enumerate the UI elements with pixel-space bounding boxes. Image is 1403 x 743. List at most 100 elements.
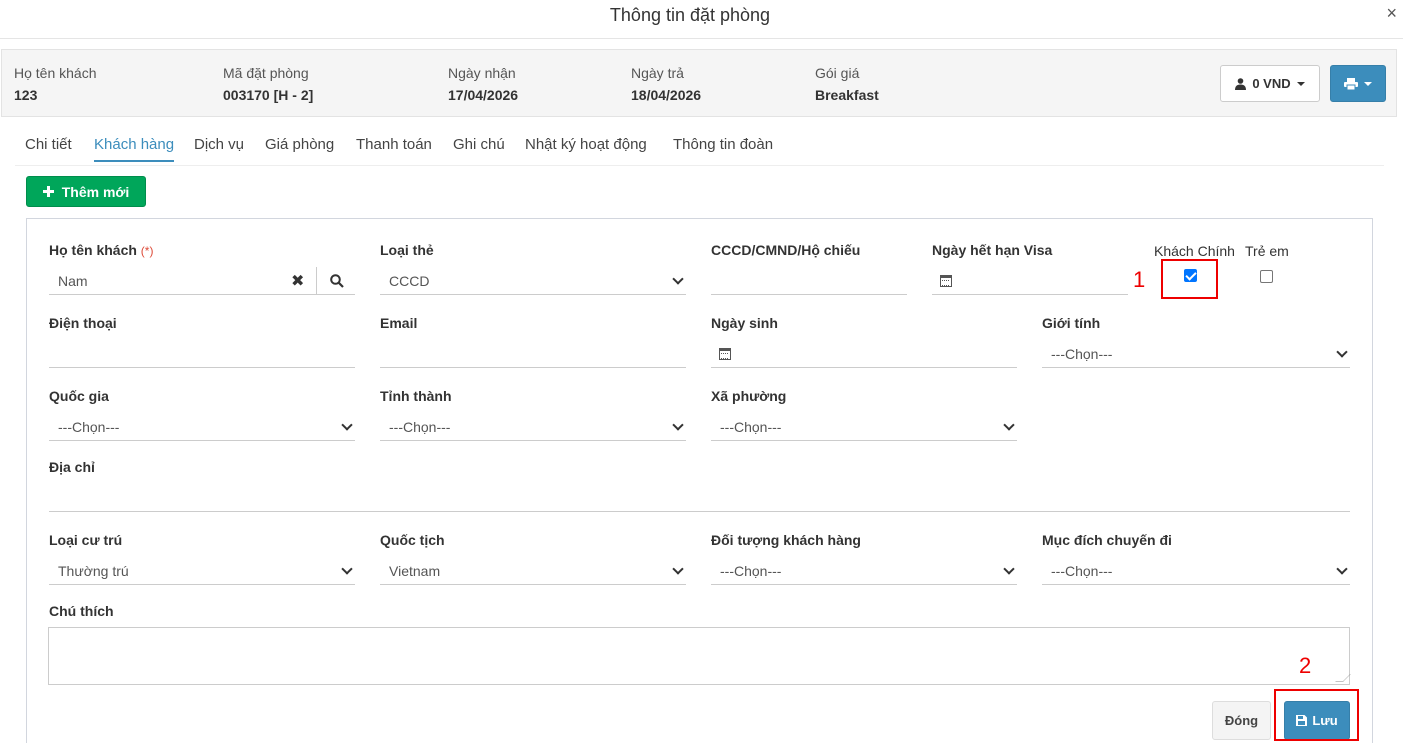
dob-label: Ngày sinh <box>711 315 778 331</box>
summary-checkout-value: 18/04/2026 <box>631 87 702 103</box>
email-label: Email <box>380 315 418 331</box>
chevron-down-icon <box>1336 346 1348 358</box>
card-type-label: Loại thẻ <box>380 242 434 258</box>
note-textarea[interactable] <box>48 627 1351 685</box>
address-input[interactable] <box>49 484 1350 512</box>
chevron-down-icon <box>672 419 684 431</box>
residence-select[interactable]: Thường trú <box>49 557 355 585</box>
add-new-button[interactable]: Thêm mới <box>26 176 146 207</box>
trip-purpose-select[interactable]: ---Chọn--- <box>1042 557 1350 585</box>
annotation-box-2 <box>1274 689 1359 741</box>
tab-activity-log[interactable]: Nhật ký hoạt động <box>525 136 647 160</box>
visa-expiry-label: Ngày hết hạn Visa <box>932 242 1053 258</box>
province-value: ---Chọn--- <box>389 418 451 435</box>
plus-icon <box>42 186 54 197</box>
summary-checkin-value: 17/04/2026 <box>448 87 519 103</box>
phone-label: Điện thoại <box>49 315 117 331</box>
customer-type-label: Đối tượng khách hàng <box>711 532 861 548</box>
phone-input[interactable] <box>49 340 355 368</box>
tab-notes[interactable]: Ghi chú <box>453 136 505 160</box>
summary-rate-label: Gói giá <box>815 65 860 81</box>
summary-code: Mã đặt phòng 003170 [H - 2] <box>223 65 313 103</box>
guest-name-input[interactable]: Nam ✖ <box>49 267 355 295</box>
visa-expiry-input[interactable] <box>932 267 1128 295</box>
guest-name-label-text: Họ tên khách <box>49 242 137 258</box>
tab-bar: Chi tiết Khách hàng Dịch vụ Giá phòng Th… <box>15 130 1384 166</box>
chevron-down-icon <box>1336 563 1348 575</box>
nationality-select[interactable]: Vietnam <box>380 557 686 585</box>
required-mark: (*) <box>140 244 154 258</box>
country-label: Quốc gia <box>49 388 109 404</box>
guest-name-value: Nam <box>58 272 88 289</box>
customer-type-select[interactable]: ---Chọn--- <box>711 557 1017 585</box>
customer-type-value: ---Chọn--- <box>720 562 782 579</box>
chevron-down-icon <box>341 419 353 431</box>
id-number-input[interactable] <box>711 267 907 295</box>
residence-value: Thường trú <box>58 562 129 579</box>
nationality-value: Vietnam <box>389 562 441 579</box>
guest-name-label: Họ tên khách (*) <box>49 242 153 258</box>
child-label: Trẻ em <box>1245 243 1289 259</box>
clear-icon[interactable]: ✖ <box>291 271 304 291</box>
gender-label: Giới tính <box>1042 315 1101 331</box>
balance-label: 0 VND <box>1252 76 1291 91</box>
trip-purpose-label: Mục đích chuyến đi <box>1042 532 1172 548</box>
summary-guest-value: 123 <box>14 87 38 103</box>
caret-down-icon <box>1364 81 1372 86</box>
chevron-down-icon <box>672 273 684 285</box>
id-number-label: CCCD/CMND/Hộ chiếu <box>711 242 861 258</box>
chevron-down-icon <box>1003 419 1015 431</box>
annotation-number-1: 1 <box>1133 267 1146 292</box>
modal-header: Thông tin đặt phòng × <box>0 0 1403 39</box>
trip-purpose-value: ---Chọn--- <box>1051 562 1113 579</box>
address-label: Địa chỉ <box>49 459 95 475</box>
gender-select[interactable]: ---Chọn--- <box>1042 340 1350 368</box>
country-value: ---Chọn--- <box>58 418 120 435</box>
summary-guest-label: Họ tên khách <box>14 65 97 81</box>
summary-checkin: Ngày nhận 17/04/2026 <box>448 65 518 103</box>
tab-services[interactable]: Dịch vụ <box>194 136 244 160</box>
chevron-down-icon <box>1003 563 1015 575</box>
resize-handle-icon[interactable] <box>1335 674 1351 682</box>
ward-select[interactable]: ---Chọn--- <box>711 413 1017 441</box>
calendar-icon <box>940 275 952 287</box>
province-select[interactable]: ---Chọn--- <box>380 413 686 441</box>
annotation-number-2: 2 <box>1299 653 1312 678</box>
input-divider <box>316 267 317 295</box>
close-button[interactable]: Đóng <box>1212 701 1271 740</box>
card-type-select[interactable]: CCCD <box>380 267 686 295</box>
chevron-down-icon <box>341 563 353 575</box>
email-input[interactable] <box>380 340 686 368</box>
print-dropdown-button[interactable] <box>1330 65 1386 102</box>
chevron-down-icon <box>672 563 684 575</box>
close-icon[interactable]: × <box>1386 3 1397 24</box>
dob-input[interactable] <box>711 340 1017 368</box>
card-type-value: CCCD <box>389 272 430 289</box>
gender-value: ---Chọn--- <box>1051 345 1113 362</box>
summary-rate-value: Breakfast <box>815 87 879 103</box>
ward-label: Xã phường <box>711 388 787 404</box>
user-icon <box>1235 77 1247 90</box>
tab-group-info[interactable]: Thông tin đoàn <box>673 136 773 160</box>
booking-summary: Họ tên khách 123 Mã đặt phòng 003170 [H … <box>1 49 1397 117</box>
child-checkbox[interactable] <box>1260 270 1273 283</box>
calendar-icon <box>719 348 731 360</box>
search-icon[interactable] <box>330 274 344 288</box>
summary-guest: Họ tên khách 123 <box>14 65 97 103</box>
summary-checkout: Ngày trả 18/04/2026 <box>631 65 701 103</box>
tab-customers[interactable]: Khách hàng <box>94 136 175 162</box>
residence-label: Loại cư trú <box>49 532 123 548</box>
summary-checkin-label: Ngày nhận <box>448 65 516 81</box>
country-select[interactable]: ---Chọn--- <box>49 413 355 441</box>
tab-room-rates[interactable]: Giá phòng <box>265 136 334 160</box>
province-label: Tỉnh thành <box>380 388 452 404</box>
note-label: Chú thích <box>49 603 114 619</box>
modal-title: Thông tin đặt phòng <box>609 5 771 25</box>
balance-dropdown-button[interactable]: 0 VND <box>1220 65 1320 102</box>
summary-code-label: Mã đặt phòng <box>223 65 309 81</box>
summary-checkout-label: Ngày trả <box>631 65 684 81</box>
tab-details[interactable]: Chi tiết <box>25 136 72 160</box>
main-guest-label: Khách Chính <box>1154 243 1235 259</box>
ward-value: ---Chọn--- <box>720 418 782 435</box>
tab-payment[interactable]: Thanh toán <box>356 136 432 160</box>
